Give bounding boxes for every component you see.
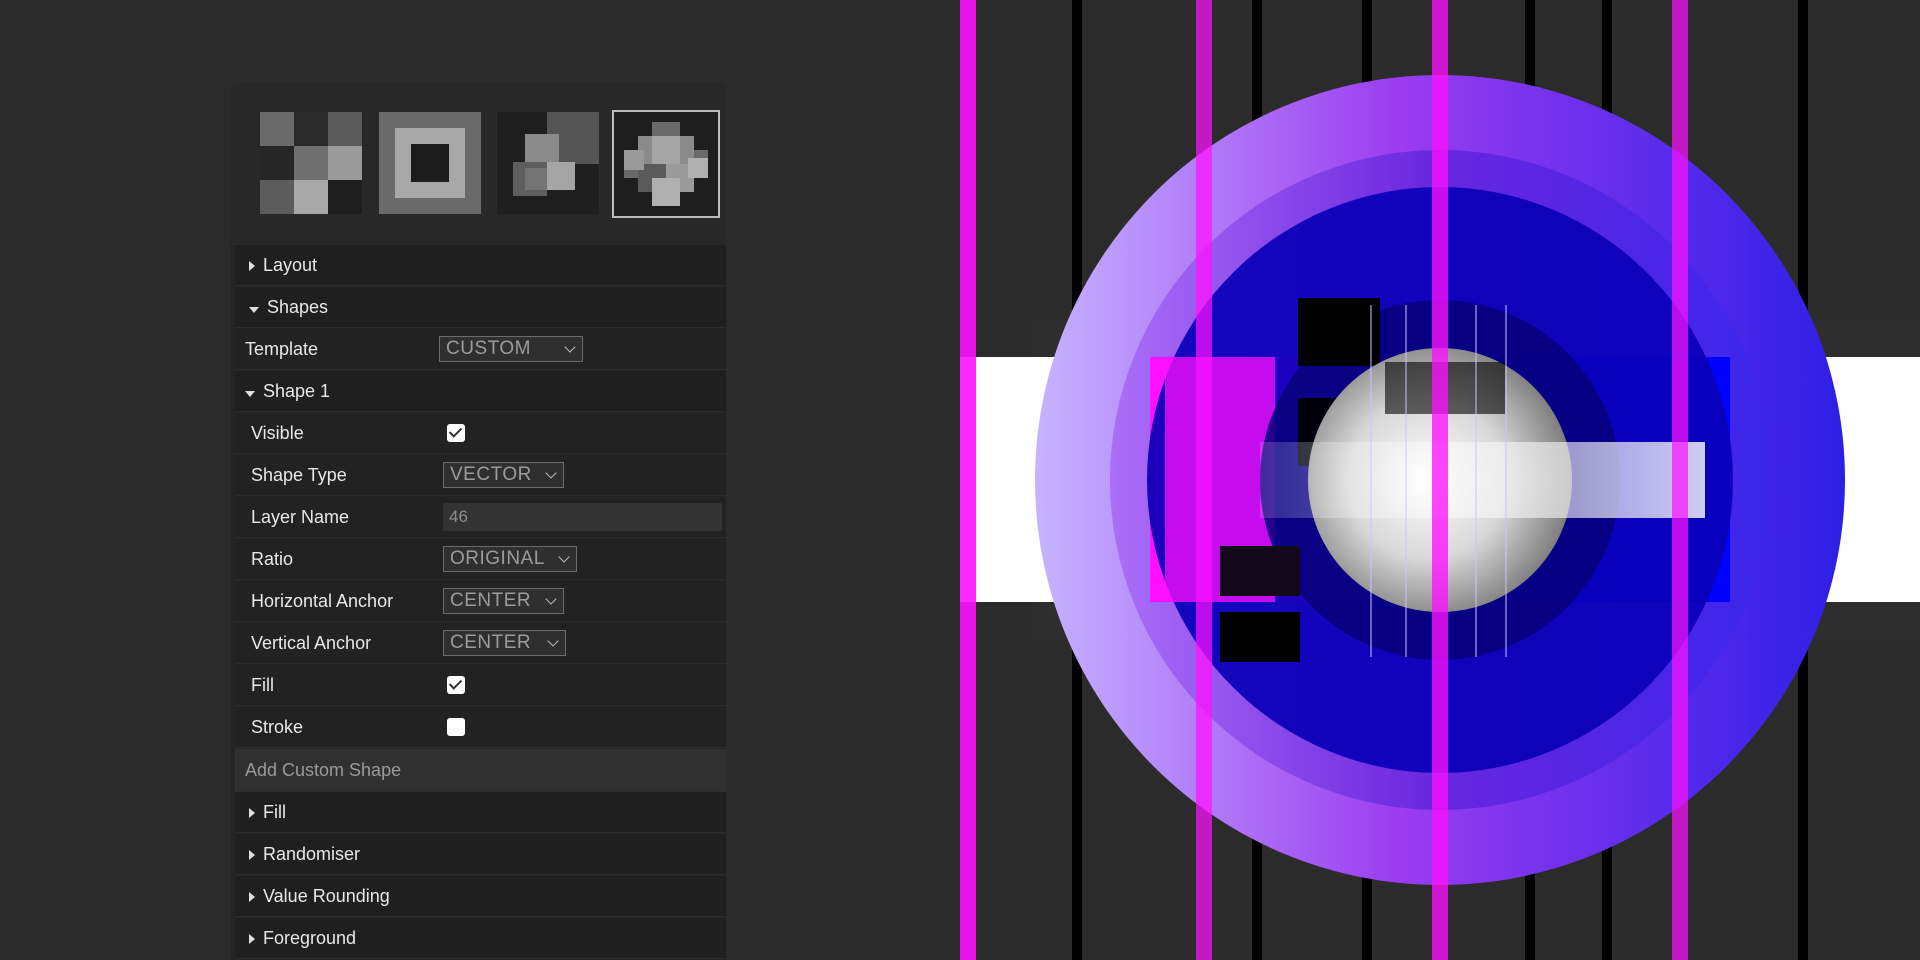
checker-pattern-preset[interactable] [260, 112, 362, 214]
visible-label: Visible [251, 422, 304, 443]
section-randomiser[interactable]: Randomiser [235, 834, 726, 875]
light-bar [1260, 442, 1705, 518]
preset-strip [231, 82, 726, 245]
frame-pattern-preset[interactable] [379, 112, 481, 214]
shape-1-header[interactable]: Shape 1 [235, 371, 726, 412]
section-randomiser-label: Randomiser [263, 843, 361, 864]
magenta-stripe [1196, 0, 1212, 960]
section-foreground-label: Foreground [263, 927, 357, 948]
chevron-down-icon [545, 467, 557, 479]
thin-line [1405, 305, 1407, 657]
chevron-down-icon [545, 593, 557, 605]
layer-name-input[interactable]: 46 [443, 503, 722, 531]
section-shapes[interactable]: Shapes [235, 287, 726, 328]
ratio-row: Ratio ORIGINAL [235, 539, 726, 580]
black-square [1220, 612, 1300, 662]
thin-line [1475, 305, 1477, 657]
horizontal-anchor-select[interactable]: CENTER [443, 588, 564, 614]
template-row: Template CUSTOM [235, 329, 726, 370]
shape-type-value: VECTOR [450, 464, 532, 485]
expand-arrow-icon [249, 891, 255, 902]
horizontal-anchor-label: Horizontal Anchor [251, 590, 394, 611]
artwork-canvas [960, 0, 1920, 960]
black-square [1220, 546, 1300, 596]
template-select[interactable]: CUSTOM [439, 336, 583, 362]
add-custom-shape-button[interactable]: Add Custom Shape [235, 749, 726, 792]
chevron-down-icon [558, 551, 570, 563]
thin-line [1370, 305, 1372, 657]
chevron-down-icon [547, 635, 559, 647]
cross-cluster-preset[interactable] [612, 110, 720, 218]
add-custom-shape-label: Add Custom Shape [245, 759, 402, 780]
stroke-row: Stroke [235, 707, 726, 748]
collapse-arrow-icon [249, 306, 259, 313]
shape-type-row: Shape Type VECTOR [235, 455, 726, 496]
section-fill-label: Fill [263, 801, 286, 822]
settings-panel: Layout Shapes Template CUSTOM Shape 1 Vi… [231, 82, 726, 960]
section-shapes-label: Shapes [267, 296, 329, 317]
horizontal-anchor-row: Horizontal Anchor CENTER [235, 581, 726, 622]
layer-name-row: Layer Name 46 [235, 497, 726, 538]
expand-arrow-icon [249, 933, 255, 944]
vertical-anchor-value: CENTER [450, 632, 532, 653]
expand-arrow-icon [249, 807, 255, 818]
shape-type-select[interactable]: VECTOR [443, 462, 564, 488]
magenta-stripe [1672, 0, 1688, 960]
magenta-stripe [960, 0, 976, 960]
vertical-anchor-row: Vertical Anchor CENTER [235, 623, 726, 664]
black-square [1298, 298, 1380, 366]
chevron-down-icon [564, 341, 576, 353]
visible-row: Visible [235, 413, 726, 454]
thin-line [1505, 305, 1507, 657]
magenta-stripe [1432, 0, 1448, 960]
ratio-select[interactable]: ORIGINAL [443, 546, 577, 572]
visible-checkbox[interactable] [447, 424, 465, 442]
stroke-checkbox[interactable] [447, 718, 465, 736]
ratio-label: Ratio [251, 548, 294, 569]
shape-1-title: Shape 1 [263, 380, 331, 401]
section-fill[interactable]: Fill [235, 792, 726, 833]
expand-arrow-icon [249, 260, 255, 271]
section-foreground[interactable]: Foreground [235, 918, 726, 959]
section-value-rounding[interactable]: Value Rounding [235, 876, 726, 917]
fill-row: Fill [235, 665, 726, 706]
ratio-value: ORIGINAL [450, 548, 545, 569]
expand-arrow-icon [249, 849, 255, 860]
template-label: Template [245, 338, 319, 359]
section-layout[interactable]: Layout [235, 245, 726, 286]
vertical-anchor-label: Vertical Anchor [251, 632, 372, 653]
vertical-anchor-select[interactable]: CENTER [443, 630, 566, 656]
collapse-arrow-icon [245, 390, 255, 397]
horizontal-anchor-value: CENTER [450, 590, 532, 611]
fill-label: Fill [251, 674, 274, 695]
section-value-rounding-label: Value Rounding [263, 885, 390, 906]
stroke-label: Stroke [251, 716, 304, 737]
layer-name-label: Layer Name [251, 506, 350, 527]
shape-type-label: Shape Type [251, 464, 347, 485]
template-select-value: CUSTOM [446, 338, 531, 359]
stacked-squares-preset[interactable] [497, 112, 599, 214]
fill-checkbox[interactable] [447, 676, 465, 694]
section-layout-label: Layout [263, 254, 318, 275]
